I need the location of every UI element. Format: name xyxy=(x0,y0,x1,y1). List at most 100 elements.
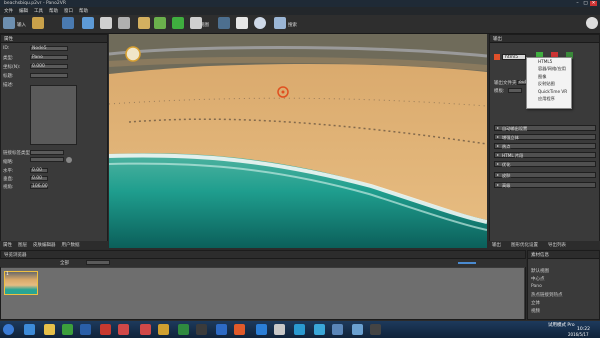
menu-item-container[interactable]: 容器/网络/应用 xyxy=(527,65,571,72)
viewer-icon[interactable] xyxy=(62,17,74,29)
menu-help-2[interactable]: 帮助 xyxy=(79,8,88,14)
menu-item-app[interactable]: 应用程序 xyxy=(527,95,571,102)
app-orange-icon[interactable] xyxy=(234,324,245,335)
menu-tools[interactable]: 工具 xyxy=(34,8,43,14)
title-label: 标题: xyxy=(3,74,14,79)
pano-thumbnail[interactable]: 1 xyxy=(4,271,38,295)
tree-icon[interactable] xyxy=(154,17,166,29)
tab-output[interactable]: 输出 xyxy=(492,242,501,248)
tab-user-data[interactable]: 用户数据 xyxy=(62,242,80,248)
menu-edit[interactable]: 编辑 xyxy=(19,8,28,14)
thumb-select[interactable] xyxy=(30,157,64,162)
menu-item-html5[interactable]: HTML5 xyxy=(527,58,571,65)
option-default-view[interactable]: 默认视图 xyxy=(531,268,549,274)
type-select[interactable]: Pano xyxy=(30,55,68,60)
description-field[interactable] xyxy=(30,85,77,145)
template-field[interactable] xyxy=(508,88,522,93)
film-reel-icon[interactable] xyxy=(586,17,598,29)
tab-optimize-settings[interactable]: 图形优化设置 xyxy=(511,242,538,248)
qq-icon[interactable] xyxy=(256,324,267,335)
menu-item-quicktime[interactable]: QuickTime VR xyxy=(527,88,571,95)
minimize-button[interactable]: – xyxy=(574,1,581,6)
excel-icon[interactable] xyxy=(178,324,189,335)
title-field[interactable] xyxy=(30,73,68,78)
option-center[interactable]: 中心点 xyxy=(531,276,545,282)
window-icon[interactable] xyxy=(118,17,130,29)
section-advanced[interactable]: 高级 xyxy=(494,182,596,188)
tab-layers[interactable]: 图层 xyxy=(18,242,27,248)
option-video[interactable]: 视频 xyxy=(531,308,540,314)
id-field[interactable]: Node5 xyxy=(30,46,68,51)
wps-icon[interactable] xyxy=(100,324,111,335)
tilt-field[interactable]: 0.00 xyxy=(30,176,48,181)
app-gray-icon[interactable] xyxy=(274,324,285,335)
format-select[interactable]: html5 xyxy=(502,54,526,60)
app-red-icon[interactable] xyxy=(140,324,151,335)
option-hotspot-link[interactable]: 热点链接到热点 xyxy=(531,292,563,298)
menu-help[interactable]: 帮助 xyxy=(49,8,58,14)
section-html-snippet[interactable]: HTML 片段 xyxy=(494,152,596,158)
folder-icon[interactable] xyxy=(32,17,44,29)
app-dark-icon[interactable] xyxy=(196,324,207,335)
app-lightblue-icon[interactable] xyxy=(314,324,325,335)
properties-tab[interactable]: 属性 xyxy=(4,36,13,42)
list-icon[interactable] xyxy=(100,17,112,29)
tab-skin-editor[interactable]: 皮肤编辑器 xyxy=(33,242,56,248)
binoculars-icon[interactable] xyxy=(218,17,230,29)
fov-label: 视角: xyxy=(3,185,14,190)
monitor-icon[interactable] xyxy=(82,17,94,29)
menu-item-reflection[interactable]: 反射贴图 xyxy=(527,80,571,87)
pan-field[interactable]: 0.00 xyxy=(30,168,48,173)
section-optimize[interactable]: 优化 xyxy=(494,161,596,167)
pano2vr-icon[interactable] xyxy=(332,324,343,335)
ie-icon[interactable] xyxy=(24,324,35,335)
globe-icon[interactable] xyxy=(254,17,266,29)
section-skin[interactable]: 皮肤 xyxy=(494,172,596,178)
menu-item-image[interactable]: 图像 xyxy=(527,73,571,80)
clipboard-icon[interactable] xyxy=(236,17,248,29)
app-cyan-icon[interactable] xyxy=(294,324,305,335)
chrome-icon[interactable] xyxy=(62,324,73,335)
tab-properties[interactable]: 属性 xyxy=(3,242,12,248)
word-icon[interactable] xyxy=(80,324,91,335)
pdf-icon[interactable] xyxy=(118,324,129,335)
output-tab[interactable]: 输出 xyxy=(493,36,502,42)
settings-icon[interactable] xyxy=(66,157,72,163)
search-label: 搜索 xyxy=(288,23,297,28)
asset-info-header: 素材信息 xyxy=(528,251,599,259)
thumb-label: 缩略: xyxy=(3,160,14,165)
camera-icon[interactable] xyxy=(274,17,286,29)
filter-select[interactable] xyxy=(86,260,110,265)
option-stereo[interactable]: 立体 xyxy=(531,300,540,306)
link-select[interactable] xyxy=(30,150,64,155)
layers-icon[interactable] xyxy=(138,17,150,29)
input-icon[interactable] xyxy=(3,17,15,29)
app-window-icon[interactable] xyxy=(352,324,363,335)
asset-info-tab[interactable]: 素材信息 xyxy=(531,252,549,258)
coord-field[interactable]: 0.000 xyxy=(30,64,68,69)
type-label: 类型: xyxy=(3,56,14,61)
menu-window[interactable]: 窗口 xyxy=(64,8,73,14)
title-bar: beachsbiqu.p2vr - Pano2VR – □ ✕ xyxy=(0,0,600,7)
html5-icon xyxy=(494,54,500,60)
maximize-button[interactable]: □ xyxy=(582,1,589,6)
section-hotspots[interactable]: 热点 xyxy=(494,143,596,149)
app-yellow-icon[interactable] xyxy=(158,324,169,335)
panorama-viewer[interactable] xyxy=(109,34,487,248)
close-button[interactable]: ✕ xyxy=(590,1,597,6)
menu-file[interactable]: 文件 xyxy=(4,8,13,14)
zoom-slider[interactable] xyxy=(458,262,476,264)
start-button-icon[interactable] xyxy=(3,324,14,335)
section-auto-output[interactable]: 自动输出设置 xyxy=(494,125,596,131)
explorer-icon[interactable] xyxy=(44,324,55,335)
app-black-icon[interactable] xyxy=(370,324,381,335)
tab-export-list[interactable]: 导出列表 xyxy=(548,242,566,248)
app-blue-icon[interactable] xyxy=(216,324,227,335)
section-stereo[interactable]: 增强立体 xyxy=(494,134,596,140)
tour-browser-header: 导览浏览器 xyxy=(1,251,525,259)
check-icon[interactable] xyxy=(172,17,184,29)
description-label: 描述: xyxy=(3,83,14,88)
option-pano[interactable]: Pano xyxy=(531,284,542,289)
tour-browser-tab[interactable]: 导览浏览器 xyxy=(4,252,27,258)
fov-field[interactable]: 106.00 xyxy=(30,184,48,189)
